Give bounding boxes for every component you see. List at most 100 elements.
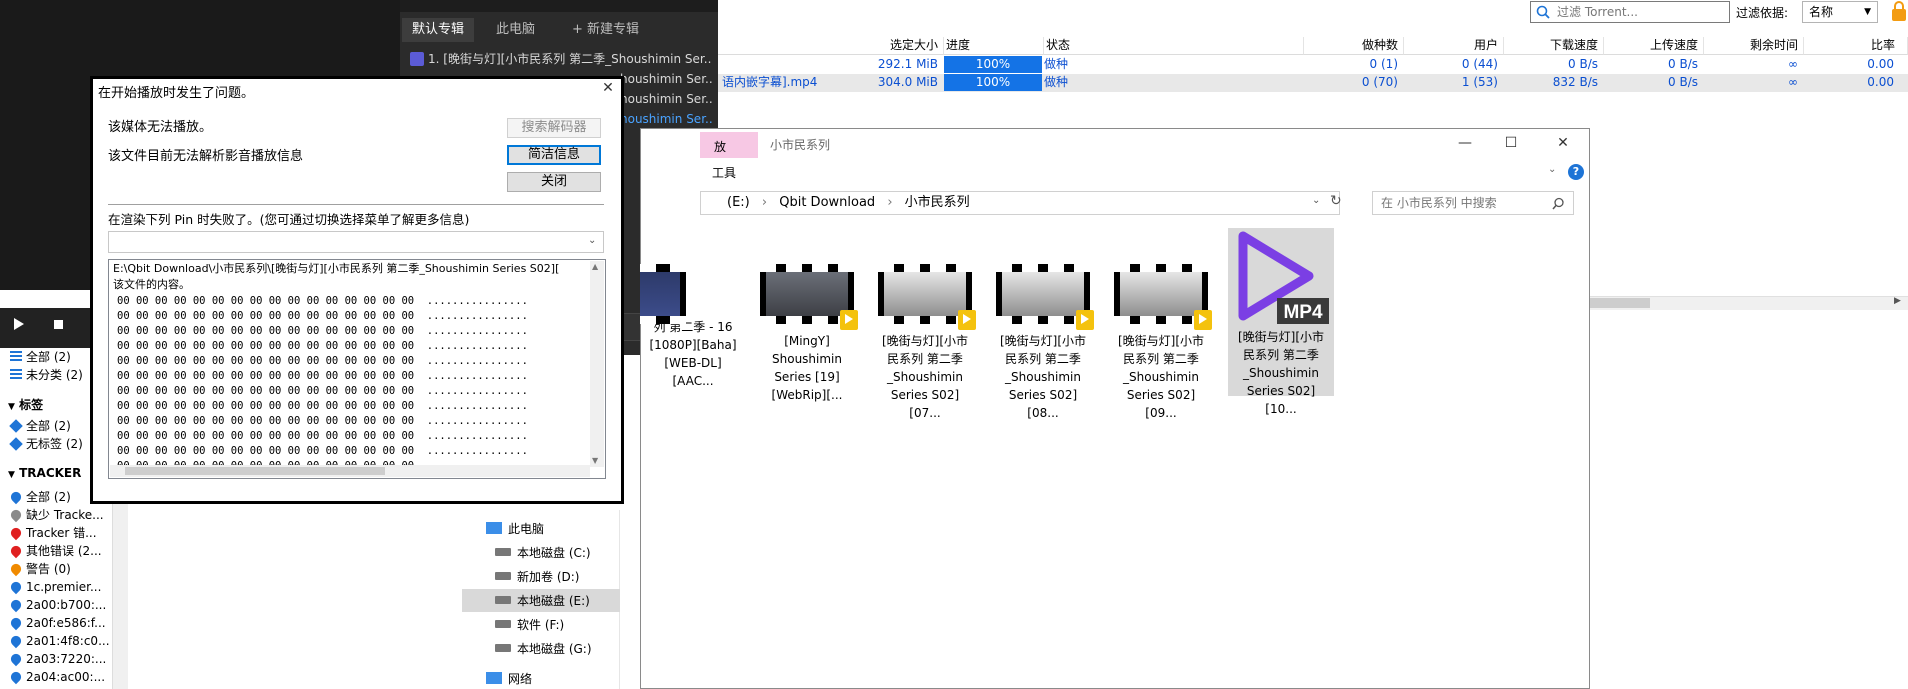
nav-drive-c[interactable]: 本地磁盘 (C:) <box>495 542 591 564</box>
scroll-down-icon[interactable]: ▼ <box>592 456 598 465</box>
brief-info-button[interactable]: 简洁信息 <box>507 145 601 165</box>
sidebar-item-tag-all[interactable]: 全部 (2) <box>9 417 71 435</box>
sidebar-item-label: 2a04:ac00:... <box>26 670 106 684</box>
file-name: [MingY] Shoushimin Series [19][WebRip][.… <box>771 334 843 402</box>
help-icon[interactable]: ? <box>1568 164 1584 180</box>
sidebar-item-uncategorized[interactable]: 未分类 (2) <box>10 366 83 384</box>
address-bar[interactable]: (E:) › Qbit Download › 小市民系列 <box>700 191 1340 215</box>
sidebar-item-tracker[interactable]: 2a0f:e586:f... <box>8 614 106 632</box>
table-row[interactable]: 语内嵌字幕].mp4 304.0 MiB 100% 做种 0 (70) 1 (5… <box>700 74 1908 92</box>
sidebar-item-untagged[interactable]: 无标签 (2) <box>9 435 83 453</box>
file-item[interactable]: 列 第二季 - 16 [1080P][Baha][WEB-DL][AAC... <box>640 228 746 396</box>
breadcrumb-qbit[interactable]: Qbit Download <box>779 195 875 210</box>
close-icon[interactable]: ✕ <box>600 80 616 96</box>
ribbon-expand-icon[interactable]: ⌄ <box>1548 164 1556 175</box>
col-label: 下载速度 <box>1549 38 1598 52</box>
nav-label: 网络 <box>508 672 533 686</box>
hex-line: 00 00 00 00 00 00 00 00 00 00 00 00 00 0… <box>117 310 528 322</box>
col-ratio[interactable]: 比率 <box>1804 37 1908 55</box>
file-item[interactable]: [晚街与灯][小市民系列 第二季 _Shoushimin Series S02]… <box>1108 228 1214 420</box>
sidebar-item-tracker[interactable]: 警告 (0) <box>8 560 71 578</box>
scrollbar-thumb[interactable] <box>125 467 385 475</box>
search-decoder-button[interactable]: 搜索解码器 <box>507 118 601 138</box>
sidebar-item-tracker[interactable]: 2a04:ac00:... <box>8 668 106 686</box>
nav-drive-f[interactable]: 软件 (F:) <box>495 614 564 636</box>
torrent-filter-input[interactable]: 过滤 Torrent... <box>1530 1 1730 23</box>
breadcrumb-folder[interactable]: 小市民系列 <box>905 195 970 210</box>
sidebar-item-tracker[interactable]: 1c.premier... <box>8 578 102 596</box>
playlist-item[interactable]: houshimin Ser... <box>620 89 712 109</box>
chevron-down-icon: ⌄ <box>588 235 597 246</box>
player-badge-icon <box>958 310 976 330</box>
sidebar-item-tracker[interactable]: 2a03:7220:... <box>8 650 106 668</box>
sidebar-item-tracker[interactable]: 其他错误 (2... <box>8 542 102 560</box>
col-seeds[interactable]: 做种数 <box>1304 37 1404 55</box>
file-item[interactable]: [晚街与灯][小市民系列 第二季 _Shoushimin Series S02]… <box>990 228 1096 420</box>
cell-seeds: 0 (1) <box>1369 57 1398 71</box>
location-pin-icon <box>8 579 24 595</box>
col-label: 状态 <box>1046 38 1071 52</box>
folder-search-input[interactable]: 在 小市民系列 中搜索 <box>1372 191 1574 215</box>
tab-this-pc[interactable]: 此电脑 <box>486 18 545 42</box>
sidebar-item-status-all[interactable]: 全部 (2) <box>10 348 71 366</box>
breadcrumb-drive[interactable]: (E:) <box>727 195 750 210</box>
col-peers[interactable]: 用户 <box>1404 37 1504 55</box>
playlist-item-active[interactable]: houshimin Ser... <box>620 109 712 129</box>
list-icon <box>10 351 22 363</box>
sidebar-item-label: 1c.premier... <box>26 580 102 594</box>
playlist-item[interactable]: 1. [晚街与灯][小市民系列 第二季_Shoushimin Ser... <box>428 49 712 69</box>
close-icon[interactable]: ✕ <box>1554 135 1572 151</box>
ribbon-tab-manage[interactable]: 放 <box>700 132 758 158</box>
nav-drive-d[interactable]: 新加卷 (D:) <box>495 566 579 588</box>
stop-icon[interactable] <box>54 320 63 329</box>
nav-drive-e[interactable]: 本地磁盘 (E:) <box>495 590 590 612</box>
nav-this-pc[interactable]: 此电脑 <box>486 518 544 540</box>
maximize-icon[interactable]: ☐ <box>1502 135 1520 151</box>
refresh-icon[interactable]: ↻ <box>1330 193 1342 209</box>
col-eta[interactable]: 剩余时间 <box>1704 37 1804 55</box>
col-progress[interactable]: 进度 <box>944 37 1044 55</box>
sidebar-item-tracker[interactable]: 2a01:4f8:c0... <box>8 632 110 650</box>
scroll-right-icon[interactable]: ▶ <box>1894 296 1901 306</box>
vertical-scrollbar[interactable] <box>590 261 604 467</box>
sidebar-item-tracker[interactable]: 缺少 Tracke... <box>8 506 104 524</box>
col-status[interactable]: 状态 <box>1044 37 1304 55</box>
ribbon-tab-tools[interactable]: 工具 <box>712 164 736 181</box>
file-item[interactable]: [MingY] Shoushimin Series [19][WebRip][.… <box>754 228 860 402</box>
pin-select-dropdown[interactable] <box>108 231 604 253</box>
nav-drive-g[interactable]: 本地磁盘 (G:) <box>495 638 592 660</box>
file-item[interactable]: [晚街与灯][小市民系列 第二季 _Shoushimin Series S02]… <box>872 228 978 420</box>
error-details-textbox[interactable]: E:\Qbit Download\小市民系列\[晚街与灯][小市民系列 第二季_… <box>108 259 606 479</box>
table-row[interactable]: 292.1 MiB 100% 做种 0 (1) 0 (44) 0 B/s 0 B… <box>700 56 1908 74</box>
cell-up: 0 B/s <box>1668 57 1698 71</box>
sidebar-item-tracker[interactable]: 2a00:b700:... <box>8 596 107 614</box>
dialog-close-button[interactable]: 关闭 <box>507 172 601 192</box>
tab-default-album[interactable]: 默认专辑 <box>402 18 475 42</box>
chevron-down-icon: ▼ <box>1864 7 1871 17</box>
col-selected-size[interactable]: 选定大小 <box>718 37 944 55</box>
tab-new-album[interactable]: + 新建专辑 <box>562 18 649 42</box>
sidebar-item-tracker[interactable]: 全部 (2) <box>8 488 71 506</box>
nav-network[interactable]: 网络 <box>486 668 532 689</box>
sidebar-item-tracker[interactable]: Tracker 错... <box>8 524 97 542</box>
video-thumbnail <box>1114 264 1212 330</box>
playlist-item[interactable]: houshimin Ser... <box>620 69 712 89</box>
tracker-header-label: TRACKER <box>19 466 82 480</box>
sidebar-item-label: 2a00:b700:... <box>26 598 107 612</box>
tracker-header[interactable]: ▼ TRACKER <box>8 466 81 480</box>
play-icon[interactable] <box>14 318 24 330</box>
sidebar-item-label: 无标签 (2) <box>26 437 83 451</box>
video-thumbnail <box>878 264 976 330</box>
tags-header[interactable]: ▼ 标签 <box>8 396 43 413</box>
player-top-tabs <box>400 0 718 12</box>
drive-icon <box>495 620 511 628</box>
scroll-up-icon[interactable]: ▲ <box>592 262 598 271</box>
filter-by-select[interactable]: 名称 ▼ <box>1802 1 1878 23</box>
file-item-selected[interactable]: MP4 [晚街与灯][小市民系列 第二季 _Shoushimin Series … <box>1228 228 1334 416</box>
address-dropdown-icon[interactable]: ⌄ <box>1312 195 1320 206</box>
col-down-speed[interactable]: 下载速度 <box>1504 37 1604 55</box>
minimize-icon[interactable]: — <box>1456 135 1474 151</box>
col-up-speed[interactable]: 上传速度 <box>1604 37 1704 55</box>
sidebar-item-label: Tracker 错... <box>26 526 97 540</box>
drive-icon <box>495 572 511 580</box>
